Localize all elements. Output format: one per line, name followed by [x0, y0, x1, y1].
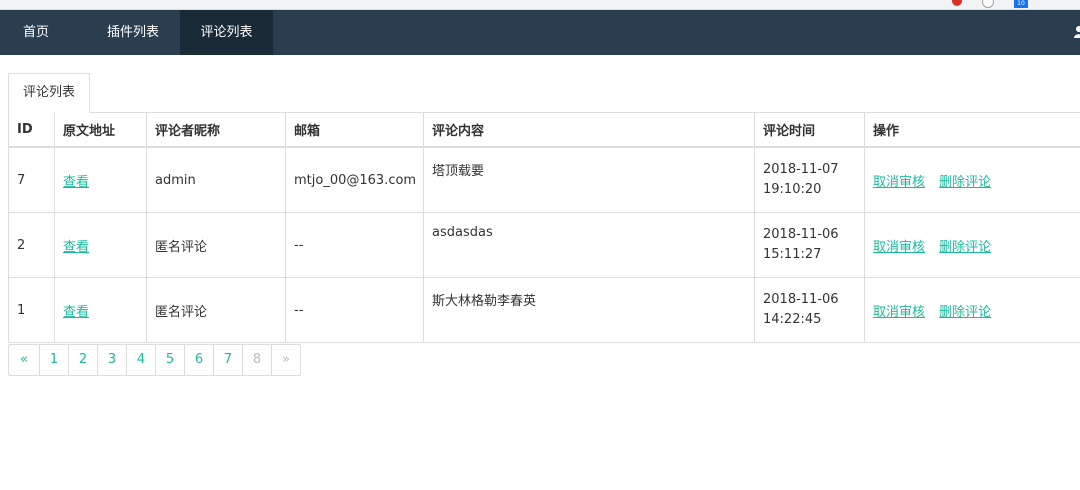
- cell-time: 2018-11-07 19:10:20: [754, 146, 865, 213]
- delete-comment-link[interactable]: 删除评论: [939, 240, 991, 255]
- cell-time: 2018-11-06 14:22:45: [754, 277, 865, 343]
- delete-comment-link[interactable]: 删除评论: [939, 305, 991, 320]
- cell-date: 2018-11-07: [763, 162, 839, 177]
- cell-date: 2018-11-06: [763, 292, 839, 307]
- cell-email: --: [285, 212, 424, 278]
- cell-email: --: [285, 277, 424, 343]
- nav-item-plugins[interactable]: 插件列表: [86, 10, 180, 55]
- cell-date: 2018-11-06: [763, 227, 839, 242]
- cancel-review-link[interactable]: 取消审核: [873, 240, 925, 255]
- cell-id: 1: [8, 277, 55, 343]
- header-nickname: 评论者昵称: [146, 112, 286, 148]
- table-row: 7 查看 admin mtjo_00@163.com 塔顶载要 2018-11-…: [8, 146, 1080, 213]
- cell-content: 塔顶载要: [423, 146, 755, 213]
- cancel-review-link[interactable]: 取消审核: [873, 305, 925, 320]
- pagination-page-6[interactable]: 6: [184, 345, 213, 375]
- cell-actions: 取消审核 删除评论: [864, 212, 1080, 278]
- cell-email: mtjo_00@163.com: [285, 146, 424, 213]
- extension-icon-grey[interactable]: [982, 0, 994, 8]
- pagination-page-5[interactable]: 5: [155, 345, 184, 375]
- comments-table: ID 原文地址 评论者昵称 邮箱 评论内容 评论时间 操作 7 查看 admin…: [8, 112, 1080, 343]
- cell-content: asdasdas: [423, 212, 755, 278]
- table-row: 2 查看 匿名评论 -- asdasdas 2018-11-06 15:11:2…: [8, 212, 1080, 278]
- pagination-page-3[interactable]: 3: [97, 345, 126, 375]
- pagination: « 1 2 3 4 5 6 7 8 »: [8, 344, 301, 376]
- cell-nickname: admin: [146, 146, 286, 213]
- cell-nickname: 匿名评论: [146, 212, 286, 278]
- cell-id: 2: [8, 212, 55, 278]
- tab-bar: 评论列表: [8, 73, 1080, 113]
- delete-comment-link[interactable]: 删除评论: [939, 175, 991, 190]
- cell-clock: 19:10:20: [763, 182, 822, 197]
- cell-id: 7: [8, 146, 55, 213]
- extension-badge-icon[interactable]: 10: [1014, 0, 1028, 8]
- cell-clock: 14:22:45: [763, 312, 822, 327]
- view-link[interactable]: 查看: [63, 175, 89, 190]
- pagination-page-8-current: 8: [242, 345, 271, 375]
- view-link[interactable]: 查看: [63, 240, 89, 255]
- view-link[interactable]: 查看: [63, 305, 89, 320]
- cell-actions: 取消审核 删除评论: [864, 277, 1080, 343]
- nav-item-home[interactable]: 首页: [0, 10, 72, 55]
- tab-comment-list[interactable]: 评论列表: [8, 73, 90, 113]
- browser-toolbar-strip: 10: [0, 0, 1080, 10]
- pagination-page-4[interactable]: 4: [126, 345, 155, 375]
- header-source-url: 原文地址: [54, 112, 147, 148]
- cell-clock: 15:11:27: [763, 247, 822, 262]
- nav-item-comments[interactable]: 评论列表: [180, 10, 273, 55]
- header-actions: 操作: [864, 112, 1080, 148]
- user-icon[interactable]: [1074, 26, 1080, 38]
- cell-time: 2018-11-06 15:11:27: [754, 212, 865, 278]
- header-id: ID: [8, 112, 55, 148]
- table-row: 1 查看 匿名评论 -- 斯大林格勒李春英 2018-11-06 14:22:4…: [8, 277, 1080, 343]
- header-time: 评论时间: [754, 112, 865, 148]
- pagination-next-button: »: [271, 345, 300, 375]
- pagination-page-7[interactable]: 7: [213, 345, 242, 375]
- pagination-prev-button[interactable]: «: [9, 345, 39, 375]
- extension-icon-red[interactable]: [952, 0, 962, 6]
- cell-nickname: 匿名评论: [146, 277, 286, 343]
- pagination-page-1[interactable]: 1: [39, 345, 68, 375]
- pagination-page-2[interactable]: 2: [68, 345, 97, 375]
- top-navbar: 首页 插件列表 评论列表: [0, 10, 1080, 55]
- table-header-row: ID 原文地址 评论者昵称 邮箱 评论内容 评论时间 操作: [8, 112, 1080, 148]
- cancel-review-link[interactable]: 取消审核: [873, 175, 925, 190]
- cell-actions: 取消审核 删除评论: [864, 146, 1080, 213]
- header-email: 邮箱: [285, 112, 424, 148]
- cell-content: 斯大林格勒李春英: [423, 277, 755, 343]
- header-content: 评论内容: [423, 112, 755, 148]
